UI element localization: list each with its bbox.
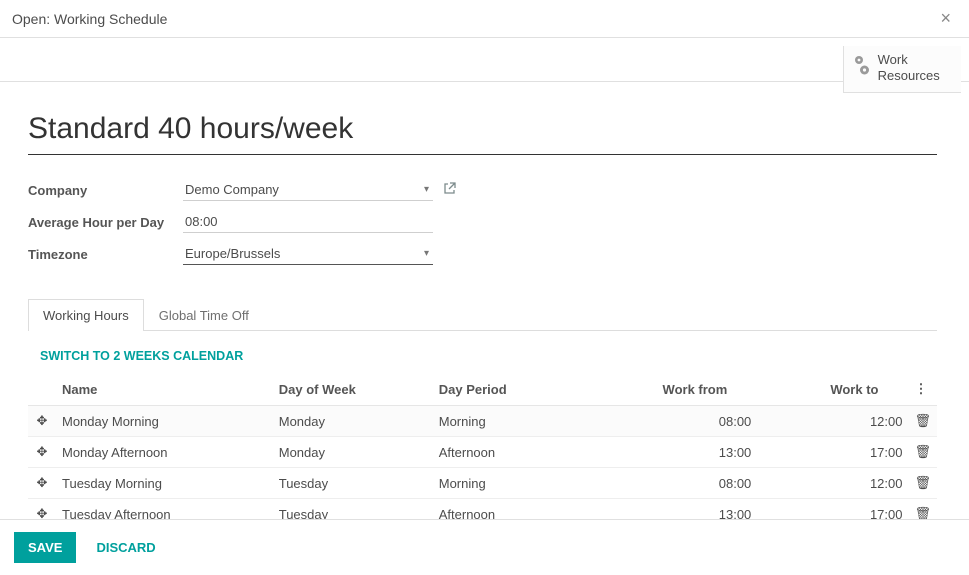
avg-hour-value: 08:00 [185,214,218,229]
trash-icon[interactable]: 🗑 [908,406,937,437]
cell-period: Afternoon [433,499,577,520]
company-value: Demo Company [185,182,279,197]
cell-name: Monday Afternoon [56,437,273,468]
work-resources-line2: Resources [878,68,940,83]
col-from: Work from [576,373,757,406]
gears-icon [852,52,874,80]
cell-from: 13:00 [576,437,757,468]
close-icon[interactable]: × [934,8,957,29]
switch-calendar-link[interactable]: SWITCH TO 2 WEEKS CALENDAR [40,349,937,363]
cell-to: 17:00 [757,437,908,468]
table-row[interactable]: ✥Tuesday AfternoonTuesdayAfternoon13:001… [28,499,937,520]
working-hours-table: Name Day of Week Day Period Work from Wo… [28,373,937,519]
trash-icon[interactable]: 🗑 [908,499,937,520]
cell-from: 08:00 [576,468,757,499]
form: Company Demo Company ▾ Average Hour per … [28,179,937,265]
company-select[interactable]: Demo Company ▾ [183,179,433,201]
table-row[interactable]: ✥Monday MorningMondayMorning08:0012:00🗑 [28,406,937,437]
titlebar: Open: Working Schedule × [0,0,969,38]
cell-name: Tuesday Morning [56,468,273,499]
cell-to: 12:00 [757,406,908,437]
col-to: Work to [757,373,908,406]
drag-handle-icon[interactable]: ✥ [28,468,56,499]
cell-to: 17:00 [757,499,908,520]
cell-period: Afternoon [433,437,577,468]
drag-handle-icon[interactable]: ✥ [28,499,56,520]
subheader [0,38,969,82]
col-dow: Day of Week [273,373,433,406]
cell-dow: Monday [273,406,433,437]
drag-handle-icon[interactable]: ✥ [28,406,56,437]
timezone-label: Timezone [28,247,183,262]
window-title: Open: Working Schedule [12,11,167,27]
save-button[interactable]: SAVE [14,532,76,563]
discard-button[interactable]: DISCARD [90,539,161,556]
company-label: Company [28,183,183,198]
external-link-icon[interactable] [443,182,456,198]
table-row[interactable]: ✥Tuesday MorningTuesdayMorning08:0012:00… [28,468,937,499]
drag-handle-icon[interactable]: ✥ [28,437,56,468]
cell-period: Morning [433,468,577,499]
cell-from: 13:00 [576,499,757,520]
timezone-value: Europe/Brussels [185,246,280,261]
avg-hour-input[interactable]: 08:00 [183,211,433,233]
col-period: Day Period [433,373,577,406]
tab-global-time-off[interactable]: Global Time Off [144,299,264,331]
timezone-select[interactable]: Europe/Brussels ▾ [183,243,433,265]
page-title: Standard 40 hours/week [28,112,937,155]
trash-icon[interactable]: 🗑 [908,468,937,499]
tab-working-hours[interactable]: Working Hours [28,299,144,331]
cell-dow: Tuesday [273,499,433,520]
cell-dow: Tuesday [273,468,433,499]
cell-period: Morning [433,406,577,437]
cell-from: 08:00 [576,406,757,437]
work-resources-line1: Work [878,52,908,67]
content-scroll[interactable]: Standard 40 hours/week Company Demo Comp… [0,90,961,519]
cell-dow: Monday [273,437,433,468]
cell-name: Monday Morning [56,406,273,437]
chevron-down-icon: ▾ [424,184,429,195]
col-name: Name [56,373,273,406]
tabs: Working Hours Global Time Off [28,299,937,331]
footer: SAVE DISCARD [0,519,969,575]
table-row[interactable]: ✥Monday AfternoonMondayAfternoon13:0017:… [28,437,937,468]
avg-hour-label: Average Hour per Day [28,215,183,230]
chevron-down-icon: ▾ [424,248,429,259]
cell-name: Tuesday Afternoon [56,499,273,520]
trash-icon[interactable]: 🗑 [908,437,937,468]
column-menu-icon[interactable]: ⋮ [908,373,937,406]
work-resources-button[interactable]: Work Resources [843,46,961,93]
cell-to: 12:00 [757,468,908,499]
